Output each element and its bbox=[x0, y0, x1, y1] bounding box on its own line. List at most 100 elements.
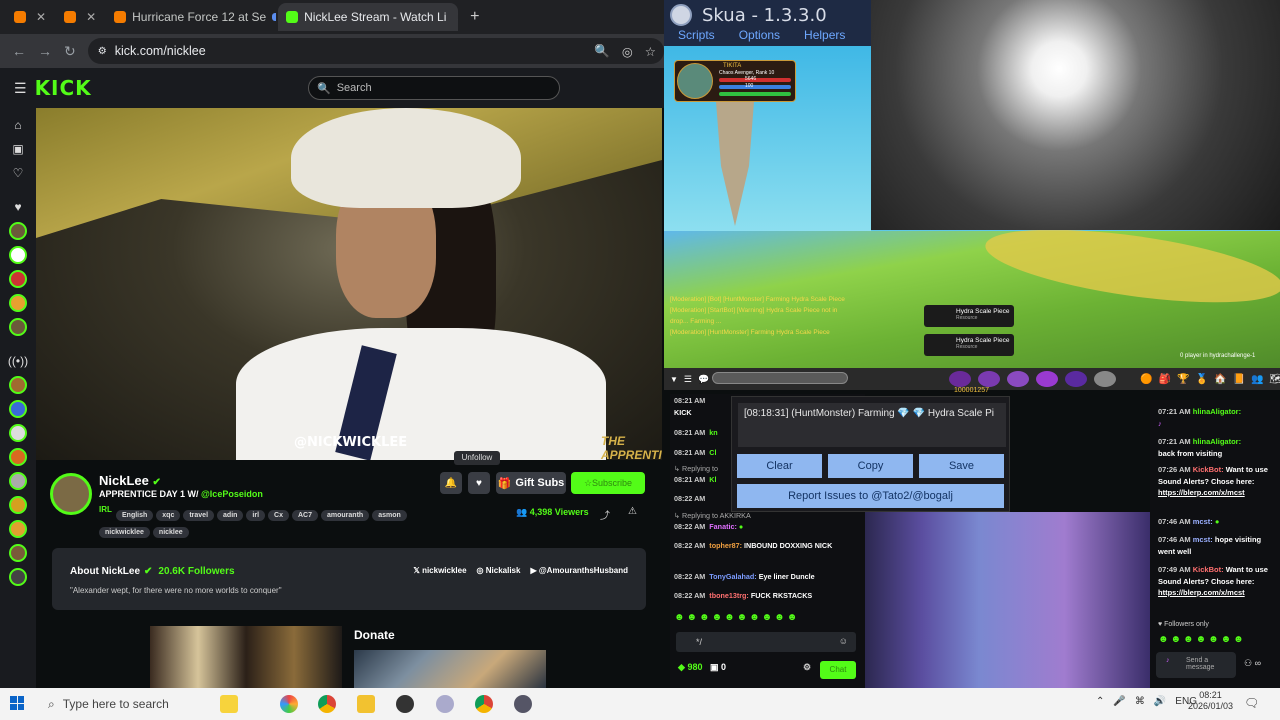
chat-toggle-icon[interactable]: ▼ bbox=[670, 375, 678, 384]
zoom-icon[interactable]: 🔍 bbox=[594, 44, 610, 59]
followed-channel-avatar[interactable] bbox=[9, 222, 27, 240]
trophy-icon[interactable]: 🏆 bbox=[1177, 374, 1189, 385]
browse-icon[interactable]: ▣ bbox=[9, 140, 27, 158]
book-icon[interactable]: 📙 bbox=[1232, 374, 1244, 385]
recommended-channel-avatar[interactable] bbox=[9, 520, 27, 538]
reload-icon[interactable]: ↻ bbox=[64, 43, 76, 60]
save-button[interactable]: Save bbox=[919, 454, 1004, 478]
chat-link[interactable]: https://blerp.com/x/mcst bbox=[1158, 588, 1245, 597]
item-pickup-notice[interactable]: Hydra Scale Piece Resource bbox=[924, 305, 1014, 327]
channel-name[interactable]: NickLee ✔ bbox=[99, 473, 161, 488]
game-chat-input[interactable] bbox=[712, 372, 848, 384]
chevron-up-icon[interactable]: ⌃ bbox=[1096, 696, 1104, 707]
quest-icon[interactable]: 🟠 bbox=[1140, 374, 1152, 385]
followed-channel-avatar[interactable] bbox=[9, 294, 27, 312]
live-icon[interactable]: ((•)) bbox=[8, 352, 28, 370]
tab-2[interactable]: ✕ bbox=[56, 3, 104, 31]
social-link-x[interactable]: 𝕏 nickwicklee bbox=[413, 566, 466, 575]
followed-channel-avatar[interactable] bbox=[9, 246, 27, 264]
tab-nicklee[interactable]: NickLee Stream - Watch Li ✕ bbox=[278, 3, 459, 31]
stream-category-link[interactable]: IRL bbox=[99, 505, 112, 514]
tag-chip[interactable]: asmon bbox=[372, 510, 407, 521]
kick-logo[interactable]: KICK bbox=[35, 76, 92, 100]
skill-slot[interactable] bbox=[1094, 371, 1117, 387]
share-icon[interactable]: ⤴ bbox=[600, 507, 610, 522]
chat-send-button[interactable]: Chat bbox=[820, 661, 856, 679]
chat-link[interactable]: https://blerp.com/x/mcst bbox=[1158, 488, 1245, 497]
recommended-channel-avatar[interactable] bbox=[9, 544, 27, 562]
back-icon[interactable]: ← bbox=[12, 43, 26, 59]
chrome-icon[interactable] bbox=[475, 695, 493, 713]
house-icon[interactable]: 🏠 bbox=[1214, 374, 1226, 385]
donate-panel-image[interactable] bbox=[354, 650, 546, 688]
skill-slot[interactable] bbox=[1065, 371, 1088, 387]
clear-button[interactable]: Clear bbox=[737, 454, 822, 478]
recommended-channel-avatar[interactable] bbox=[9, 448, 27, 466]
heart-icon[interactable]: ♥ bbox=[9, 198, 27, 216]
close-icon[interactable]: ✕ bbox=[456, 10, 458, 24]
tag-chip[interactable]: Cx bbox=[268, 510, 289, 521]
menu-scripts[interactable]: Scripts bbox=[678, 28, 715, 42]
unfollow-button[interactable]: ♥ bbox=[468, 472, 490, 494]
photos-icon[interactable] bbox=[280, 695, 298, 713]
tab-hurricane[interactable]: Hurricane Force 12 at Se✕ bbox=[106, 3, 277, 31]
site-info-icon[interactable]: ⚙ bbox=[98, 46, 107, 57]
forward-icon[interactable]: → bbox=[38, 43, 52, 59]
item-pickup-notice[interactable]: Hydra Scale Piece Resource bbox=[924, 334, 1014, 356]
channel-avatar[interactable] bbox=[50, 473, 92, 515]
new-tab-button[interactable]: + bbox=[470, 8, 479, 26]
recommended-channel-avatar[interactable] bbox=[9, 400, 27, 418]
file-explorer-icon[interactable] bbox=[357, 695, 375, 713]
recommended-channel-avatar[interactable] bbox=[9, 496, 27, 514]
friends-icon[interactable]: 👥 bbox=[1251, 374, 1263, 385]
settings-gear-icon[interactable]: ⚙ bbox=[803, 662, 811, 673]
notification-bell-button[interactable]: 🔔 bbox=[440, 472, 462, 494]
clock[interactable]: 08:21 2026/01/03 bbox=[1188, 690, 1233, 712]
emote-picker-icon[interactable]: ☺ bbox=[839, 636, 848, 646]
skua-icon[interactable] bbox=[514, 695, 532, 713]
gift-subs-button[interactable]: 🎁 Gift Subs bbox=[496, 472, 566, 494]
tab-1[interactable]: ✕ bbox=[6, 3, 54, 31]
tag-chip[interactable]: travel bbox=[183, 510, 215, 521]
bookmark-star-icon[interactable]: ☆ bbox=[645, 44, 656, 59]
chat-username[interactable]: KICK bbox=[674, 408, 692, 418]
close-icon[interactable]: ✕ bbox=[36, 10, 46, 24]
menu-icon[interactable]: ☰ bbox=[14, 80, 27, 97]
close-icon[interactable]: ✕ bbox=[86, 10, 96, 24]
recommended-channel-avatar[interactable] bbox=[9, 568, 27, 586]
tag-chip[interactable]: AC7 bbox=[292, 510, 319, 521]
report-issues-button[interactable]: Report Issues to @Tato2/@bogalj bbox=[737, 484, 1004, 508]
bag-icon[interactable]: 🎒 bbox=[1159, 374, 1171, 385]
emote-picker-icon[interactable]: ⚇ ∞ bbox=[1244, 658, 1261, 669]
hide-icon[interactable]: ◎ bbox=[622, 44, 633, 59]
tag-chip[interactable]: xqc bbox=[156, 510, 181, 521]
microphone-icon[interactable]: 🎤 bbox=[1113, 696, 1125, 707]
search-input[interactable]: 🔍 Search bbox=[308, 76, 560, 100]
skill-slot[interactable] bbox=[978, 371, 1001, 387]
tag-chip[interactable]: nickwicklee bbox=[99, 527, 150, 538]
skill-slot[interactable] bbox=[1007, 371, 1030, 387]
title-mention-link[interactable]: @IcePoseidon bbox=[201, 489, 263, 499]
social-link-youtube[interactable]: ▶ @AmouranthsHusband bbox=[530, 566, 628, 575]
volume-icon[interactable]: 🔊 bbox=[1154, 696, 1166, 707]
chat-input[interactable]: */☺ bbox=[676, 632, 856, 652]
obs-icon[interactable] bbox=[396, 695, 414, 713]
copilot-icon[interactable] bbox=[220, 695, 238, 713]
tag-chip[interactable]: amouranth bbox=[321, 510, 370, 521]
home-icon[interactable]: ⌂ bbox=[9, 116, 27, 134]
tag-chip[interactable]: irl bbox=[246, 510, 266, 521]
windows-start-icon[interactable] bbox=[10, 696, 24, 710]
tag-chip[interactable]: English bbox=[116, 510, 154, 521]
url-field[interactable]: ⚙ kick.com/nicklee 🔍 ◎ ☆ bbox=[87, 38, 664, 64]
following-icon[interactable]: ♡ bbox=[9, 164, 27, 182]
badge-icon[interactable]: 🏅 bbox=[1196, 374, 1208, 385]
subscribe-button[interactable]: ☆ Subscribe bbox=[571, 472, 645, 494]
video-player[interactable]: @NICKWICKLEE THE APPRENTICE CX bbox=[36, 108, 662, 460]
menu-options[interactable]: Options bbox=[739, 28, 780, 42]
send-message-input[interactable]: ♪ Send a message bbox=[1156, 652, 1236, 678]
skill-slot[interactable] bbox=[1036, 371, 1059, 387]
followed-channel-avatar[interactable] bbox=[9, 270, 27, 288]
chat-bubble-icon[interactable]: 💬 bbox=[698, 374, 709, 385]
log-output[interactable]: [08:18:31] (HuntMonster) Farming 💎 💎 Hyd… bbox=[738, 403, 1006, 447]
social-link-instagram[interactable]: ◎ Nickalisk bbox=[477, 566, 521, 575]
